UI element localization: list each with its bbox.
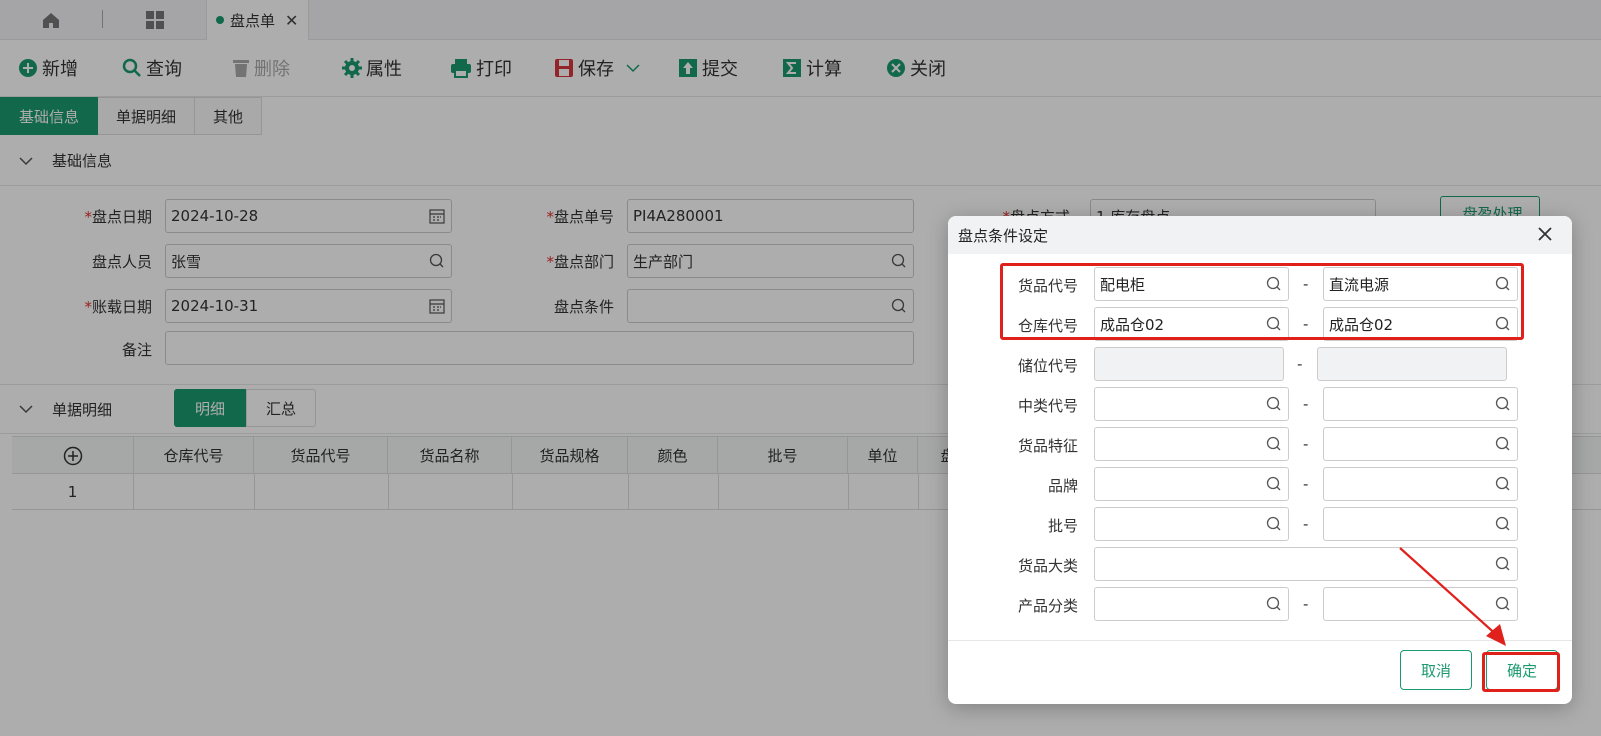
mid-class-code-label: 中类代号	[1017, 397, 1078, 415]
search-icon	[1266, 396, 1281, 411]
search-icon	[1495, 316, 1510, 331]
search-icon	[1266, 596, 1281, 611]
confirm-button[interactable]: 确定	[1486, 650, 1558, 690]
search-icon	[1266, 316, 1281, 331]
product-class-from[interactable]	[1094, 587, 1289, 621]
brand-from[interactable]	[1094, 467, 1289, 501]
search-icon	[1266, 476, 1281, 491]
product-feature-to[interactable]	[1323, 427, 1518, 461]
range-dash: -	[1303, 315, 1309, 333]
range-dash: -	[1303, 435, 1309, 453]
location-code-to[interactable]	[1317, 347, 1507, 381]
search-icon	[1495, 276, 1510, 291]
mid-class-code-from[interactable]	[1094, 387, 1289, 421]
product-code-to[interactable]: 直流电源	[1323, 267, 1518, 301]
product-feature-label: 货品特征	[1017, 437, 1078, 455]
product-code-from[interactable]: 配电柜	[1094, 267, 1289, 301]
product-feature-from[interactable]	[1094, 427, 1289, 461]
dialog-title-text: 盘点条件设定	[958, 226, 1049, 245]
location-code-label: 储位代号	[1017, 357, 1078, 375]
location-code-from[interactable]	[1094, 347, 1284, 381]
range-dash: -	[1303, 515, 1309, 533]
search-icon	[1495, 476, 1510, 491]
search-icon	[1266, 276, 1281, 291]
search-icon	[1266, 516, 1281, 531]
range-dash: -	[1303, 475, 1309, 493]
range-dash: -	[1303, 395, 1309, 413]
warehouse-code-to[interactable]: 成品仓02	[1323, 307, 1518, 341]
dialog-title: 盘点条件设定	[948, 216, 1572, 254]
warehouse-code-from[interactable]: 成品仓02	[1094, 307, 1289, 341]
batch-no-from[interactable]	[1094, 507, 1289, 541]
count-condition-dialog: 盘点条件设定 货品代号 配电柜 - 直流电源 仓库代号 成品仓02 - 成品仓0…	[948, 216, 1572, 704]
search-icon	[1266, 436, 1281, 451]
annotation-arrow-icon	[1399, 547, 1506, 646]
product-category-label: 货品大类	[1017, 557, 1078, 575]
close-icon[interactable]	[1536, 225, 1554, 247]
brand-to[interactable]	[1323, 467, 1518, 501]
search-icon	[1495, 516, 1510, 531]
search-icon	[1495, 436, 1510, 451]
product-code-label: 货品代号	[1017, 277, 1078, 295]
mid-class-code-to[interactable]	[1323, 387, 1518, 421]
range-dash: -	[1303, 595, 1309, 613]
cancel-button[interactable]: 取消	[1400, 650, 1472, 690]
search-icon	[1495, 396, 1510, 411]
warehouse-code-label: 仓库代号	[1017, 317, 1078, 335]
range-dash: -	[1303, 275, 1309, 293]
brand-label: 品牌	[1047, 477, 1078, 495]
product-class-label: 产品分类	[1017, 597, 1078, 615]
batch-no-to[interactable]	[1323, 507, 1518, 541]
batch-no-label: 批号	[1047, 517, 1078, 535]
range-dash: -	[1297, 355, 1303, 373]
